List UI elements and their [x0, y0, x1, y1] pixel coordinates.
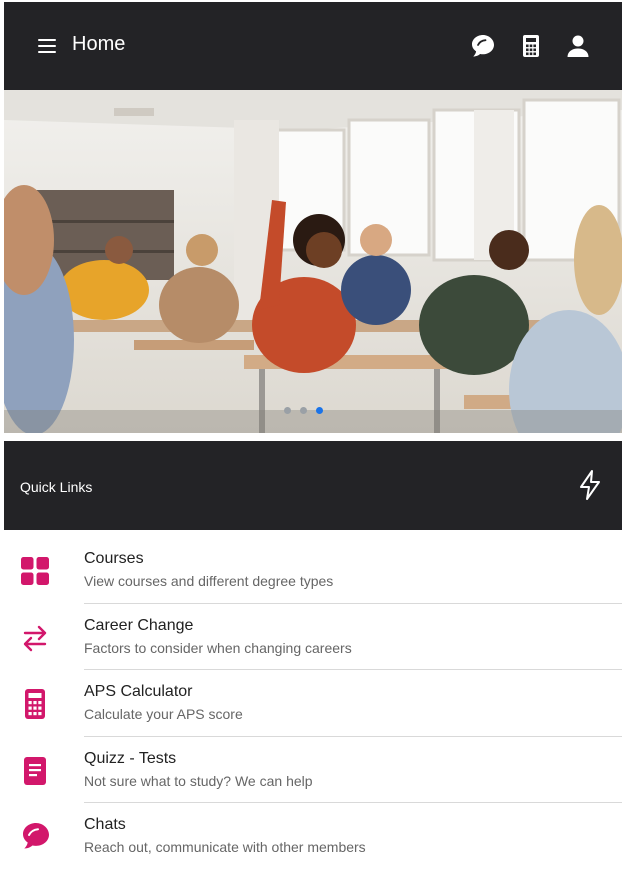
- lightning-icon: [580, 470, 600, 500]
- list-item-subtitle: Reach out, communicate with other member…: [84, 839, 366, 855]
- list-item-title: Chats: [84, 816, 126, 833]
- top-app-bar: Home: [4, 2, 622, 90]
- app-frame: Home Quick Links Courses View courses an…: [4, 0, 622, 858]
- list-item-chats[interactable]: Chats Reach out, communicate with other …: [4, 803, 622, 870]
- hero-carousel[interactable]: [4, 90, 622, 433]
- chat-icon: [23, 823, 49, 849]
- carousel-dot[interactable]: [300, 407, 307, 414]
- profile-icon[interactable]: [564, 32, 592, 60]
- list-item-subtitle: View courses and different degree types: [84, 573, 334, 589]
- list-item-title: Courses: [84, 550, 144, 567]
- list-item-title: Quizz - Tests: [84, 749, 177, 767]
- list-item-courses[interactable]: Courses View courses and different degre…: [4, 537, 622, 604]
- carousel-indicators: [284, 407, 323, 414]
- classroom-photo: [4, 90, 622, 433]
- list-item-subtitle: Not sure what to study? We can help: [84, 772, 313, 789]
- list-item-subtitle: Factors to consider when changing career…: [84, 639, 352, 656]
- swap-arrows-icon: [23, 625, 47, 651]
- list-item-title: APS Calculator: [84, 683, 193, 700]
- grid-icon: [21, 557, 49, 585]
- document-icon: [24, 756, 46, 785]
- list-item-title: Career Change: [84, 616, 194, 634]
- quick-links-list: Courses View courses and different degre…: [4, 537, 622, 870]
- calculator-icon: [25, 689, 45, 719]
- quick-links-banner: Quick Links: [4, 441, 622, 530]
- page-title: Home: [72, 33, 126, 55]
- list-item-aps-calculator[interactable]: APS Calculator Calculate your APS score: [4, 670, 622, 737]
- menu-icon[interactable]: [36, 35, 58, 57]
- list-item-quizz-tests[interactable]: Quizz - Tests Not sure what to study? We…: [4, 737, 622, 803]
- carousel-dot[interactable]: [284, 407, 291, 414]
- list-item-subtitle: Calculate your APS score: [84, 706, 243, 722]
- carousel-dot-active[interactable]: [316, 407, 323, 414]
- quick-links-label: Quick Links: [20, 479, 93, 495]
- calculator-icon[interactable]: [517, 32, 545, 60]
- list-item-career-change[interactable]: Career Change Factors to consider when c…: [4, 604, 622, 670]
- chat-icon[interactable]: [469, 32, 497, 60]
